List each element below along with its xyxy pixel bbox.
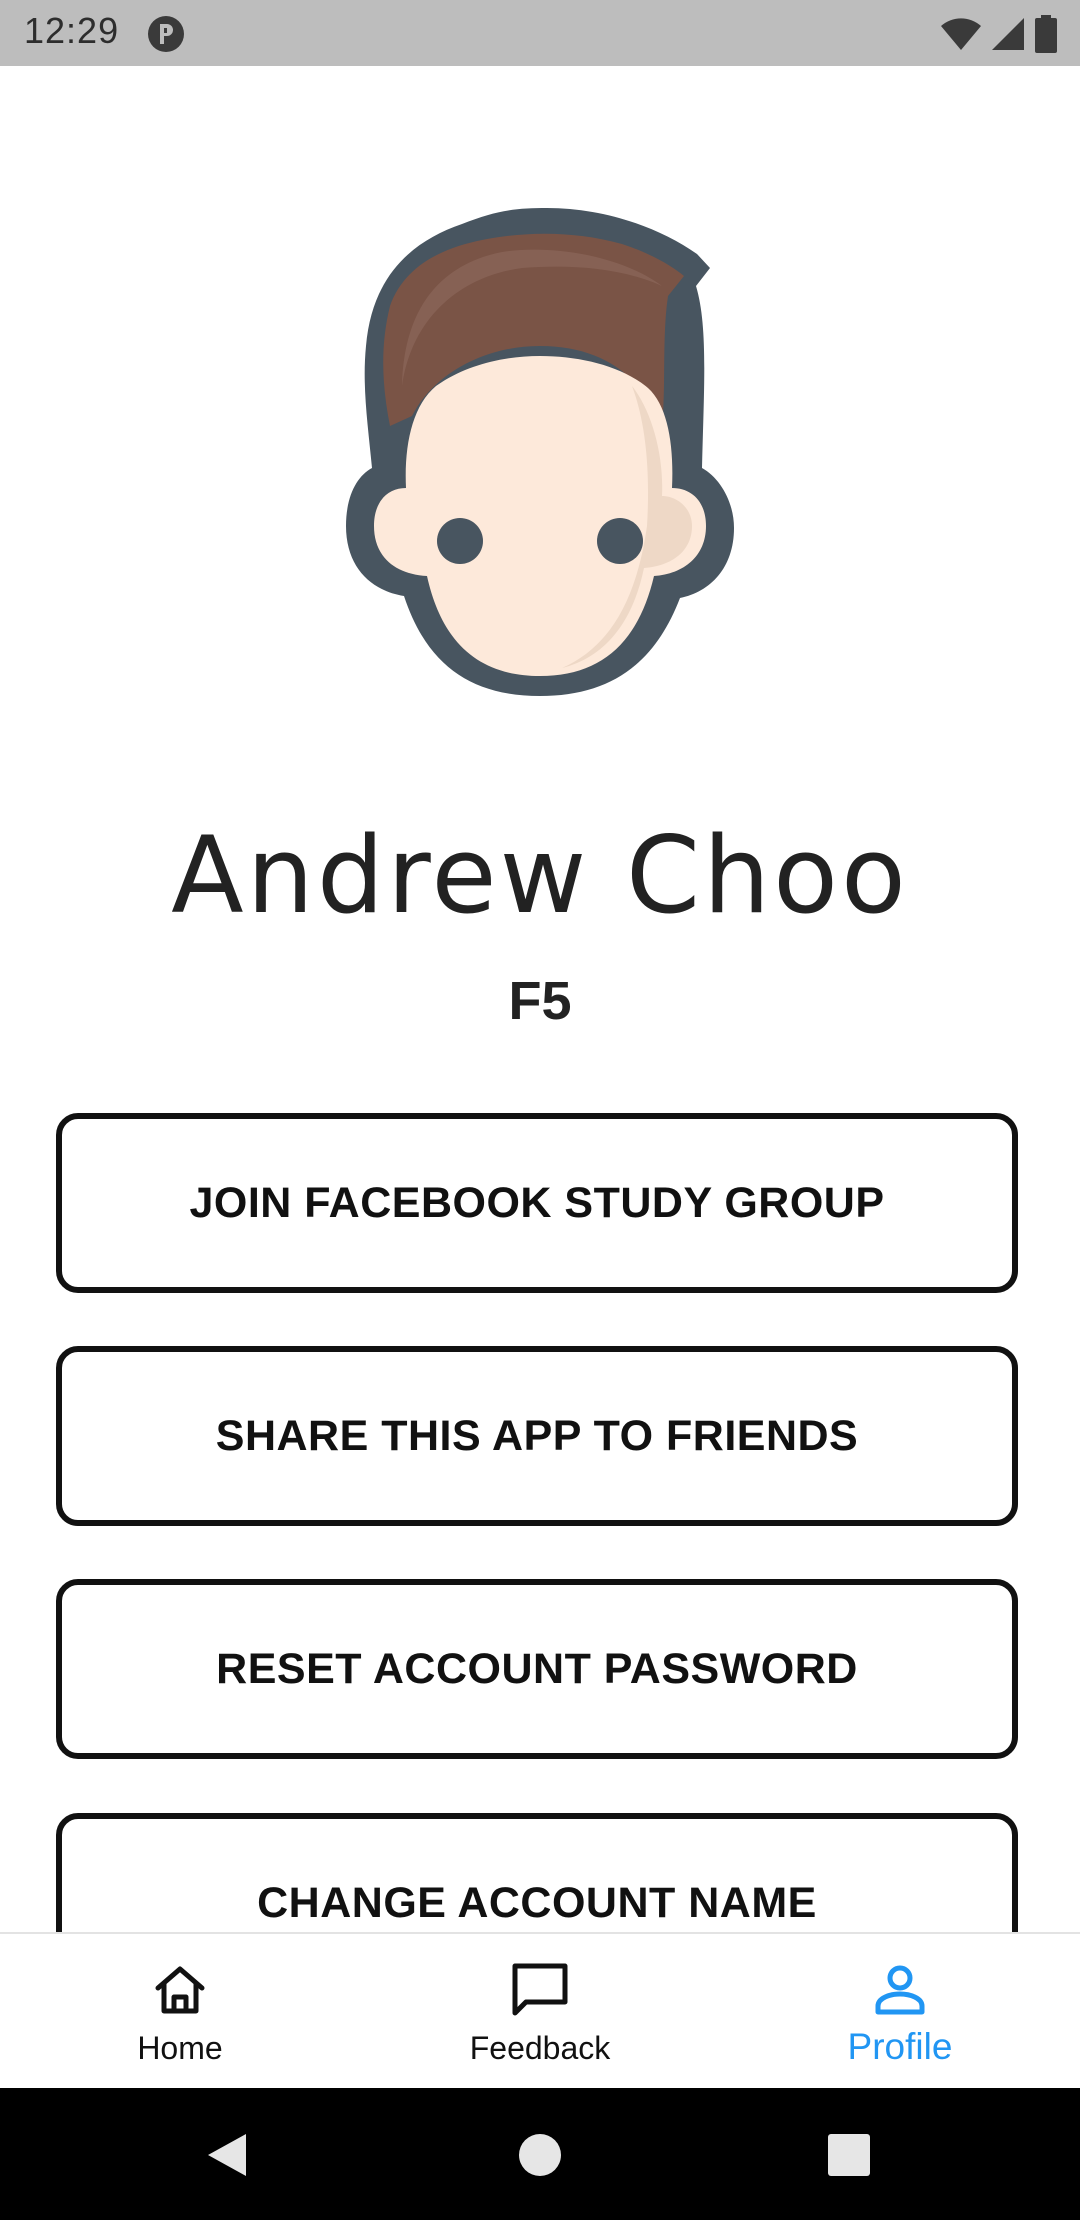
share-app-button[interactable]: SHARE THIS APP TO FRIENDS — [56, 1346, 1018, 1526]
reset-password-label: RESET ACCOUNT PASSWORD — [216, 1644, 858, 1693]
cell-signal-icon — [992, 18, 1024, 50]
change-account-name-label: CHANGE ACCOUNT NAME — [257, 1878, 817, 1927]
join-facebook-study-group-label: JOIN FACEBOOK STUDY GROUP — [189, 1178, 885, 1227]
profile-name: Andrew Choo — [171, 814, 909, 937]
battery-icon — [1035, 15, 1057, 53]
system-navigation-bar — [0, 2088, 1080, 2220]
reset-password-button[interactable]: RESET ACCOUNT PASSWORD — [56, 1579, 1018, 1759]
profile-screen: 12:29 Andrew Choo F5 JOIN FACEBOOK STUDY… — [0, 0, 1080, 2220]
profile-content: Andrew Choo F5 JOIN FACEBOOK STUDY GROUP… — [0, 66, 1080, 1932]
bottom-navigation: Home Feedback Profile — [0, 1932, 1080, 2088]
male-avatar-icon — [346, 208, 734, 696]
wifi-icon — [941, 18, 981, 50]
recents-icon[interactable] — [826, 2132, 872, 2178]
back-icon[interactable] — [204, 2132, 250, 2178]
join-facebook-study-group-button[interactable]: JOIN FACEBOOK STUDY GROUP — [56, 1113, 1018, 1293]
tab-feedback-label: Feedback — [469, 2030, 611, 2066]
status-bar: 12:29 — [0, 0, 1080, 66]
tab-home[interactable]: Home — [0, 1934, 360, 2088]
notification-app-icon — [148, 16, 184, 52]
status-time: 12:29 — [24, 10, 120, 51]
tab-profile[interactable]: Profile — [720, 1934, 1080, 2088]
person-icon — [875, 1965, 925, 2015]
home-icon — [155, 1966, 205, 2014]
tab-profile-label: Profile — [847, 2026, 953, 2067]
change-account-name-button[interactable]: CHANGE ACCOUNT NAME — [56, 1813, 1018, 1932]
share-app-label: SHARE THIS APP TO FRIENDS — [215, 1411, 859, 1460]
tab-feedback[interactable]: Feedback — [360, 1934, 720, 2088]
tab-home-label: Home — [137, 2030, 223, 2066]
status-icons — [940, 14, 1058, 54]
chat-bubble-icon — [512, 1963, 568, 2016]
home-circle-icon[interactable] — [517, 2132, 563, 2178]
profile-class: F5 — [508, 971, 572, 1031]
